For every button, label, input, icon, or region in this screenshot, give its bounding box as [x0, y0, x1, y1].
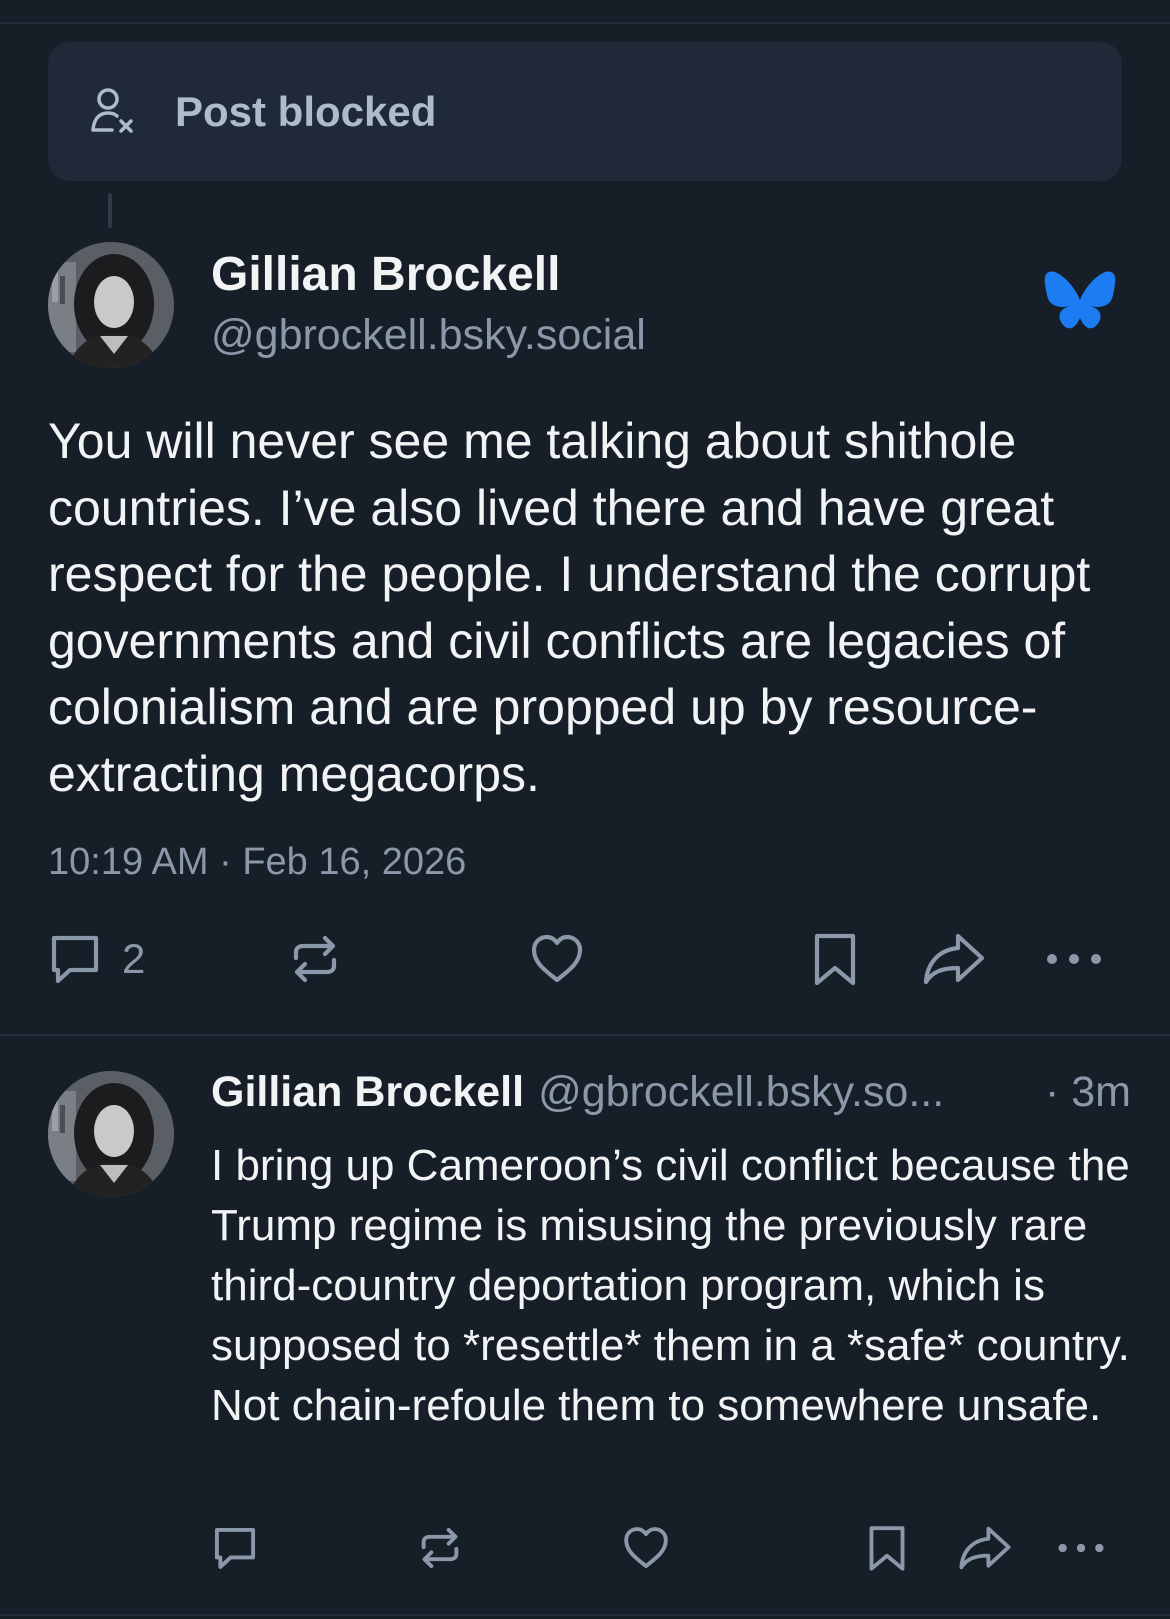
reply-author-name[interactable]: Gillian Brockell	[211, 1068, 524, 1117]
reply-text: I bring up Cameroon’s civil conflict bec…	[211, 1141, 1130, 1430]
share-icon	[959, 1526, 1011, 1570]
reply-count: 2	[122, 935, 146, 982]
like-icon	[531, 934, 583, 983]
post-author-handle[interactable]: @gbrockell.bsky.social	[211, 306, 646, 364]
reply-repost-button[interactable]	[415, 1523, 465, 1573]
reply-button[interactable]: 2	[46, 930, 145, 988]
reply-reply-button[interactable]	[210, 1523, 260, 1573]
reply-share-button[interactable]	[958, 1523, 1012, 1573]
share-icon	[923, 933, 985, 985]
repost-icon	[293, 935, 337, 983]
like-button[interactable]	[528, 930, 586, 988]
reply-header: Gillian Brockell @gbrockell.bsky.so... ·…	[211, 1068, 1131, 1117]
reply-age: · 3m	[1045, 1068, 1131, 1116]
blocked-post-label: Post blocked	[175, 88, 437, 135]
bookmark-button[interactable]	[806, 930, 864, 988]
reply-icon	[51, 935, 99, 984]
share-button[interactable]	[922, 930, 986, 988]
reply-author-handle[interactable]: @gbrockell.bsky.so...	[538, 1068, 944, 1117]
post-timestamp: 10:19 AM · Feb 16, 2026	[48, 841, 467, 883]
bookmark-icon	[869, 1526, 905, 1571]
like-icon	[624, 1527, 668, 1569]
reply-icon	[214, 1527, 256, 1569]
more-icon	[1047, 954, 1101, 964]
bluesky-butterfly-icon	[1044, 271, 1116, 329]
more-options-button[interactable]	[1044, 946, 1104, 972]
more-icon	[1058, 1543, 1104, 1553]
post-text: You will never see me talking about shit…	[48, 413, 1091, 802]
repost-icon	[421, 1527, 459, 1569]
top-divider	[0, 22, 1170, 24]
post-divider	[0, 1034, 1170, 1036]
reply-avatar[interactable]	[48, 1071, 174, 1197]
reply-bookmark-button[interactable]	[862, 1523, 912, 1573]
blocked-post-card[interactable]: Post blocked	[48, 42, 1122, 181]
thread-connector-line	[108, 193, 112, 228]
post-author-name[interactable]: Gillian Brockell	[211, 242, 560, 308]
repost-button[interactable]	[286, 930, 344, 988]
bottom-divider	[0, 1614, 1170, 1616]
avatar[interactable]	[48, 242, 174, 368]
reply-more-options-button[interactable]	[1056, 1537, 1106, 1559]
bookmark-icon	[814, 933, 856, 986]
reply-like-button[interactable]	[621, 1523, 671, 1573]
person-x-icon	[91, 88, 133, 133]
